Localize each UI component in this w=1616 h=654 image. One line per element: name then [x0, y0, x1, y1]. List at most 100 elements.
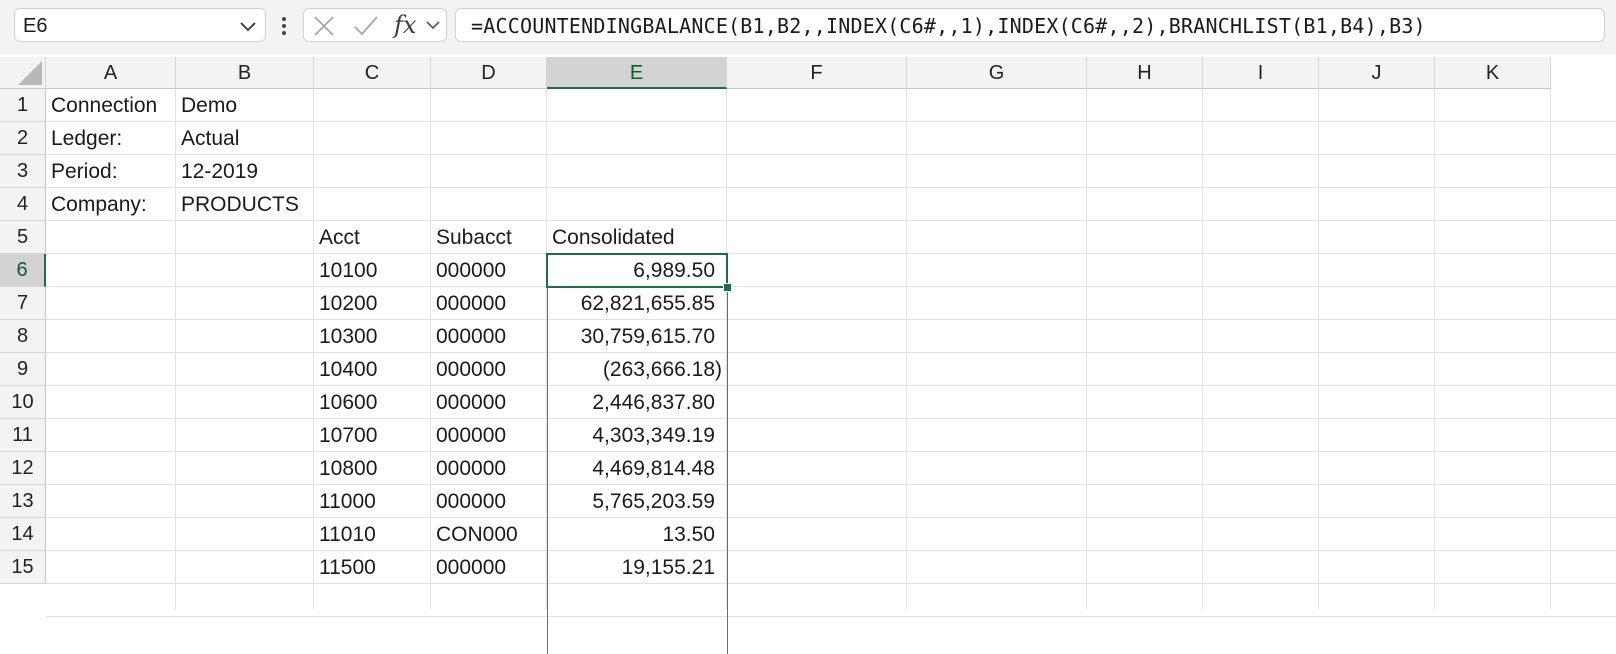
column-header-a[interactable]: A: [46, 57, 176, 89]
cell-d14[interactable]: CON000: [436, 518, 518, 551]
cell-d9[interactable]: 000000: [436, 353, 506, 386]
row-header-11[interactable]: 11: [0, 419, 46, 452]
column-header-b[interactable]: B: [176, 57, 314, 89]
cell-e12[interactable]: 4,469,814.48: [547, 452, 715, 485]
cell-e9[interactable]: (263,666.18): [547, 353, 722, 386]
cell-c6[interactable]: 10100: [319, 254, 377, 287]
cell-e14[interactable]: 13.50: [547, 518, 715, 551]
formula-input[interactable]: =ACCOUNTENDINGBALANCE(B1,B2,,INDEX(C6#,,…: [455, 8, 1605, 42]
gridline-horizontal: [46, 484, 1616, 485]
cell-b1[interactable]: Demo: [181, 89, 237, 122]
column-header-f[interactable]: F: [727, 57, 907, 89]
column-header-k[interactable]: K: [1435, 57, 1551, 89]
column-header-c[interactable]: C: [314, 57, 431, 89]
cell-d8[interactable]: 000000: [436, 320, 506, 353]
gridline-horizontal: [46, 385, 1616, 386]
row-header-5[interactable]: 5: [0, 221, 46, 254]
cell-c7[interactable]: 10200: [319, 287, 377, 320]
gridline-horizontal: [46, 550, 1616, 551]
cell-e10[interactable]: 2,446,837.80: [547, 386, 715, 419]
chevron-down-icon[interactable]: [237, 15, 259, 37]
row-header-6[interactable]: 6: [0, 254, 46, 287]
row-header-9[interactable]: 9: [0, 353, 46, 386]
cell-c15[interactable]: 11500: [319, 551, 376, 584]
cell-c10[interactable]: 10600: [319, 386, 377, 419]
cell-c12[interactable]: 10800: [319, 452, 377, 485]
cell-d6[interactable]: 000000: [436, 254, 506, 287]
cell-d11[interactable]: 000000: [436, 419, 506, 452]
gridline-vertical: [1550, 89, 1551, 609]
column-header-h[interactable]: H: [1087, 57, 1203, 89]
column-header-d[interactable]: D: [431, 57, 547, 89]
gridline-vertical: [430, 89, 431, 609]
cell-c8[interactable]: 10300: [319, 320, 377, 353]
row-header-10[interactable]: 10: [0, 386, 46, 419]
cell-c11[interactable]: 10700: [319, 419, 377, 452]
gridline-horizontal: [46, 286, 1616, 287]
cell-a2[interactable]: Ledger:: [51, 122, 122, 155]
column-header-g[interactable]: G: [907, 57, 1087, 89]
gridline-horizontal: [46, 583, 1616, 584]
check-icon[interactable]: [352, 14, 380, 38]
column-header-e[interactable]: E: [547, 57, 727, 89]
cell-d15[interactable]: 000000: [436, 551, 506, 584]
cell-b4[interactable]: PRODUCTS: [181, 188, 299, 221]
row-header-12[interactable]: 12: [0, 452, 46, 485]
row-header-4[interactable]: 4: [0, 188, 46, 221]
cell-e13[interactable]: 5,765,203.59: [547, 485, 715, 518]
cancel-icon[interactable]: [312, 14, 336, 38]
formula-buttons: fx: [303, 8, 447, 42]
cell-a1[interactable]: Connection: [51, 89, 157, 122]
cell-d13[interactable]: 000000: [436, 485, 506, 518]
row-header-1[interactable]: 1: [0, 89, 46, 122]
row-header-8[interactable]: 8: [0, 320, 46, 353]
fill-handle[interactable]: [723, 283, 732, 292]
cell-c14[interactable]: 11010: [319, 518, 376, 551]
cell-b2[interactable]: Actual: [181, 122, 239, 155]
cell-d12[interactable]: 000000: [436, 452, 506, 485]
cell-e7[interactable]: 62,821,655.85: [547, 287, 715, 320]
cell-b3[interactable]: 12-2019: [181, 155, 258, 188]
gridline-horizontal: [46, 121, 1616, 122]
row-header-15[interactable]: 15: [0, 551, 46, 584]
cell-e5[interactable]: Consolidated: [552, 221, 675, 254]
insert-function-icon[interactable]: fx: [394, 11, 416, 39]
column-header-j[interactable]: J: [1319, 57, 1435, 89]
cell-d10[interactable]: 000000: [436, 386, 506, 419]
formula-text[interactable]: =ACCOUNTENDINGBALANCE(B1,B2,,INDEX(C6#,,…: [471, 14, 1426, 38]
gridline-horizontal: [46, 154, 1616, 155]
cell-d5[interactable]: Subacct: [436, 221, 512, 254]
gridline-vertical: [1086, 89, 1087, 609]
row-header-2[interactable]: 2: [0, 122, 46, 155]
cell-e8[interactable]: 30,759,615.70: [547, 320, 715, 353]
name-box-value[interactable]: E6: [23, 15, 47, 38]
cell-e11[interactable]: 4,303,349.19: [547, 419, 715, 452]
row-header-7[interactable]: 7: [0, 287, 46, 320]
gridline-horizontal: [46, 616, 1616, 617]
gridline-vertical: [1434, 89, 1435, 609]
cell-e6[interactable]: 6,989.50: [547, 254, 715, 287]
gridline-vertical: [175, 89, 176, 609]
select-all-button[interactable]: [0, 57, 46, 89]
row-header-3[interactable]: 3: [0, 155, 46, 188]
cell-a4[interactable]: Company:: [51, 188, 147, 221]
gridline-horizontal: [46, 253, 1616, 254]
gridline-vertical: [1202, 89, 1203, 609]
cell-d7[interactable]: 000000: [436, 287, 506, 320]
gridline-horizontal: [46, 517, 1616, 518]
gridline-horizontal: [46, 319, 1616, 320]
chevron-down-icon[interactable]: [424, 14, 442, 36]
formula-bar: E6 fx =ACCOUNTENDINGBALANCE(B1,B2,,INDEX…: [0, 0, 1616, 54]
row-header-14[interactable]: 14: [0, 518, 46, 551]
name-box[interactable]: E6: [14, 8, 266, 42]
cell-a3[interactable]: Period:: [51, 155, 118, 188]
column-header-i[interactable]: I: [1203, 57, 1319, 89]
cell-e15[interactable]: 19,155.21: [547, 551, 715, 584]
more-options-icon[interactable]: [279, 12, 289, 40]
gridline-horizontal: [46, 451, 1616, 452]
cell-c5[interactable]: Acct: [319, 221, 360, 254]
gridline-vertical: [1318, 89, 1319, 609]
cell-c13[interactable]: 11000: [319, 485, 376, 518]
cell-c9[interactable]: 10400: [319, 353, 377, 386]
row-header-13[interactable]: 13: [0, 485, 46, 518]
